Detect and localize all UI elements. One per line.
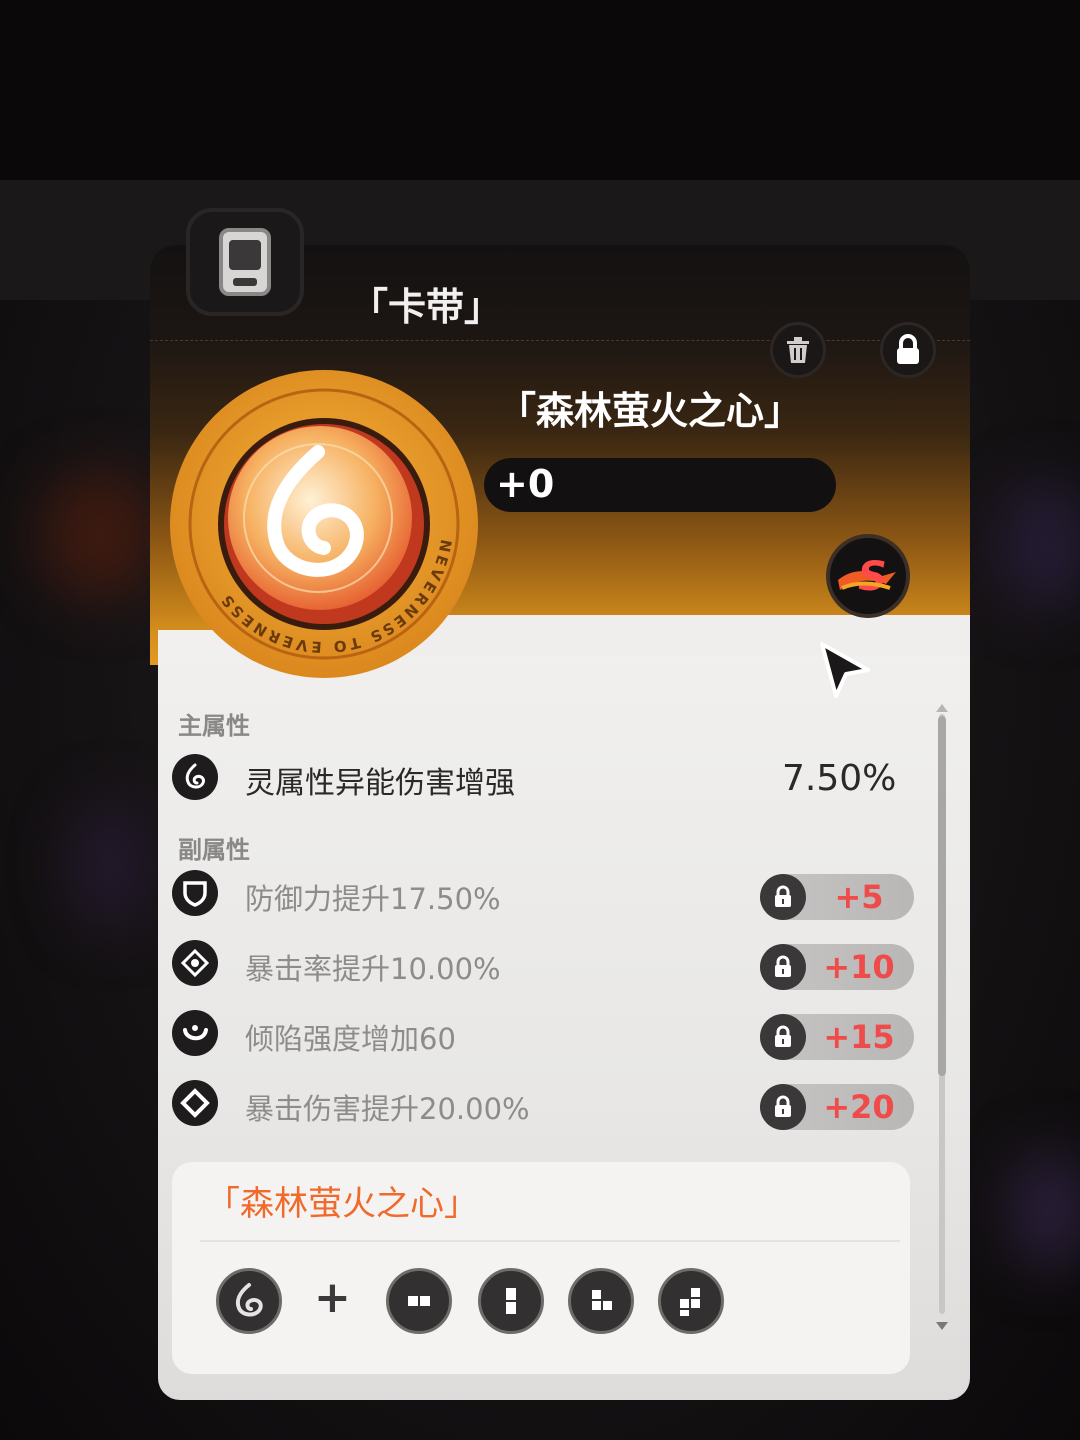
background-glow [1010, 1150, 1080, 1270]
cassette-icon [219, 228, 271, 296]
sub-stat-icon-wrap [172, 1080, 218, 1126]
slot-l-shape-icon [592, 1290, 612, 1310]
sub-stat-text: 暴击伤害提升20.00% [245, 1092, 530, 1126]
panel-body-cap [400, 615, 970, 655]
item-disc-art: NEVERNESS TO EVERNESS [168, 368, 480, 680]
sub-stat-text: 倾陷强度增加60 [245, 1022, 456, 1056]
scroll-down-icon[interactable] [934, 1320, 950, 1332]
lock-icon [760, 1084, 806, 1130]
slot-horizontal-icon [408, 1296, 430, 1306]
break-icon [183, 1025, 208, 1041]
background-top [0, 0, 1080, 180]
svg-text:S: S [858, 554, 887, 600]
sub-stat-unlock-badge: +15 [760, 1014, 914, 1060]
mouse-cursor [818, 640, 874, 706]
crit-rate-icon [180, 948, 210, 978]
lock-button[interactable] [880, 322, 936, 378]
slot-s-shape-icon [680, 1288, 700, 1316]
lock-icon [760, 944, 806, 990]
lock-icon [897, 334, 919, 364]
item-level: +0 [496, 462, 555, 506]
category-badge [186, 208, 304, 316]
slot-icon-wrap [658, 1268, 724, 1334]
crit-damage-icon [180, 1088, 210, 1118]
lock-icon [760, 1014, 806, 1060]
lock-icon [760, 874, 806, 920]
sub-stat-icon-wrap [172, 940, 218, 986]
scroll-thumb[interactable] [938, 716, 946, 1076]
slot-icon-wrap [386, 1268, 452, 1334]
category-title: 「卡带」 [350, 285, 503, 329]
spirit-element-icon [235, 1283, 263, 1317]
trash-icon [787, 337, 809, 363]
slot-icon-wrap [478, 1268, 544, 1334]
sub-stat-unlock-level: +5 [834, 878, 884, 916]
sub-stat-unlock-level: +20 [823, 1088, 895, 1126]
set-card-divider [200, 1240, 900, 1242]
background-glow [40, 470, 160, 600]
sub-stat-text: 防御力提升17.50% [245, 882, 501, 916]
sub-stat-icon-wrap [172, 1010, 218, 1056]
sub-stat-icon-wrap [172, 870, 218, 916]
s-rank-icon: S [838, 554, 896, 600]
background-glow [70, 800, 150, 930]
item-name: 「森林萤火之心」 [498, 389, 803, 433]
sub-stat-label: 副属性 [178, 836, 250, 864]
set-bonus-title: 「森林萤火之心」 [206, 1184, 478, 1224]
set-plus-sign: + [314, 1272, 351, 1323]
main-stat-name: 灵属性异能伤害增强 [245, 766, 515, 801]
stats-scrollbar[interactable] [934, 702, 950, 1332]
rank-badge: S [826, 534, 910, 618]
sub-stat-text: 暴击率提升10.00% [245, 952, 501, 986]
sub-stat-unlock-badge: +20 [760, 1084, 914, 1130]
main-stat-icon-wrap [172, 754, 218, 800]
sub-stat-unlock-level: +10 [823, 948, 895, 986]
scroll-up-icon[interactable] [934, 702, 950, 714]
main-stat-value: 7.50% [782, 758, 897, 799]
sub-stat-unlock-level: +15 [823, 1018, 895, 1056]
main-stat-label: 主属性 [178, 712, 250, 740]
delete-button[interactable] [770, 322, 826, 378]
slot-vertical-icon [506, 1288, 516, 1314]
slot-icon-wrap [568, 1268, 634, 1334]
background-glow [1000, 480, 1080, 610]
sub-stat-unlock-badge: +5 [760, 874, 914, 920]
shield-icon [183, 881, 207, 907]
spirit-element-icon [185, 763, 205, 789]
set-element-icon-wrap [216, 1268, 282, 1334]
sub-stat-unlock-badge: +10 [760, 944, 914, 990]
